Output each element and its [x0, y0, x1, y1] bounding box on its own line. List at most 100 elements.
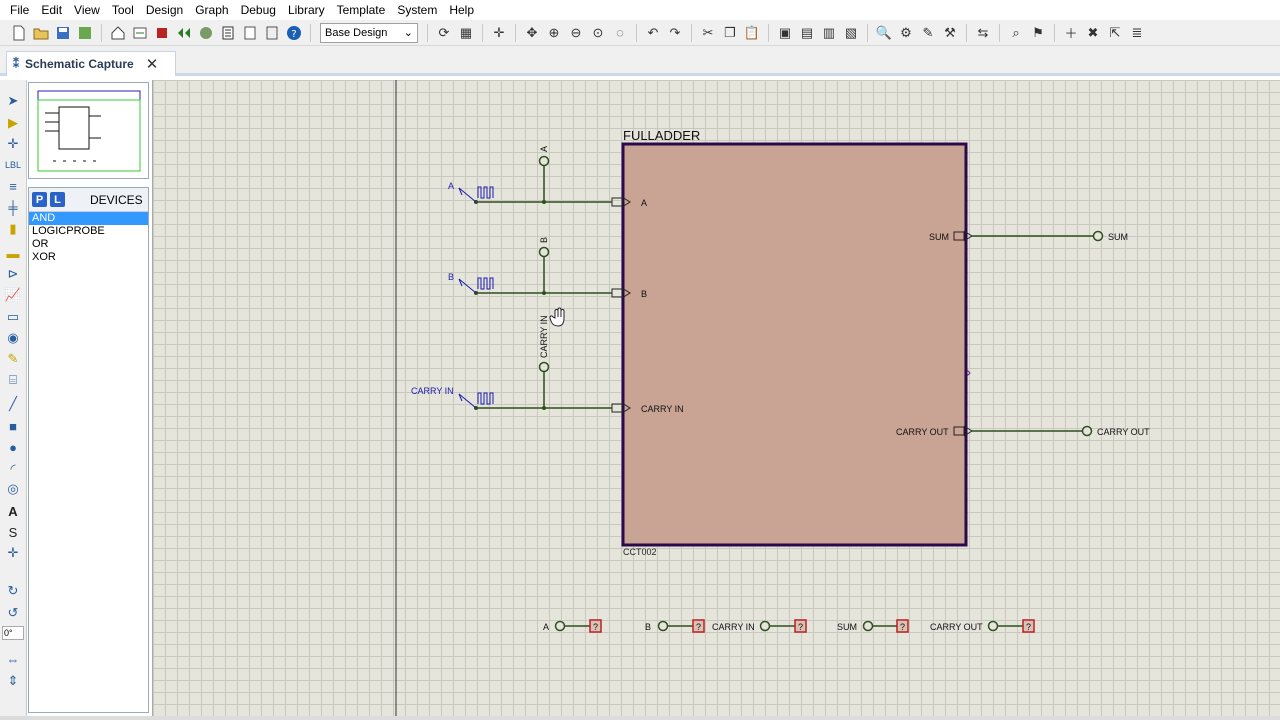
subcircuit-icon[interactable]: ▮ [4, 220, 22, 238]
input-terminal-b[interactable]: B [538, 237, 550, 258]
wire-autorouter-icon[interactable]: ⇆ [973, 23, 993, 43]
import-icon[interactable] [75, 23, 95, 43]
device-item-logicprobe[interactable]: LOGICPROBE [29, 225, 148, 238]
menu-debug[interactable]: Debug [235, 0, 282, 20]
menu-graph[interactable]: Graph [189, 0, 234, 20]
undo-icon[interactable]: ↶ [643, 23, 663, 43]
search-tag-icon[interactable]: ⌕ [1006, 23, 1026, 43]
pick-from-library-button[interactable]: P [32, 192, 47, 207]
bom-icon[interactable] [218, 23, 238, 43]
menu-design[interactable]: Design [140, 0, 189, 20]
block-rotate-icon[interactable]: ▥ [819, 23, 839, 43]
schematic-canvas[interactable]: FULLADDER CCT002 A B CARRY IN SUM CARRY … [152, 80, 1280, 716]
block-move-icon[interactable]: ▤ [797, 23, 817, 43]
close-tab-icon[interactable]: ✕ [146, 55, 159, 73]
marker-tool-icon[interactable]: ✛ [4, 544, 22, 562]
probe-carry-in[interactable]: CARRY IN ? [712, 619, 807, 633]
fulladder-block[interactable] [621, 142, 968, 547]
buses-icon[interactable]: ╪ [4, 198, 22, 216]
pan-icon[interactable]: ✥ [522, 23, 542, 43]
remove-sheet-icon[interactable]: ✖ [1083, 23, 1103, 43]
open-folder-icon[interactable] [31, 23, 51, 43]
input-terminal-a[interactable]: A [538, 146, 550, 167]
home-icon[interactable] [108, 23, 128, 43]
new-file-icon[interactable] [9, 23, 29, 43]
new-sheet-icon[interactable]: ＋ [1061, 23, 1081, 43]
component-mode-icon[interactable]: ▶ [4, 114, 22, 132]
pick-device-icon[interactable]: 🔍 [874, 23, 894, 43]
text-script-icon[interactable]: ≡ [4, 177, 22, 195]
symbol-tool-icon[interactable]: S [4, 523, 22, 541]
generator-carry-in[interactable]: CARRY IN [411, 386, 494, 409]
selection-mode-icon[interactable]: ➤ [4, 92, 22, 110]
probe-b[interactable]: B ? [645, 619, 705, 633]
generator-a[interactable]: A [448, 181, 494, 203]
zoom-all-icon[interactable]: ⊙ [588, 23, 608, 43]
zoom-in-icon[interactable]: ⊕ [544, 23, 564, 43]
notes-icon[interactable] [262, 23, 282, 43]
device-item-and[interactable]: AND [29, 212, 148, 225]
netlist-icon[interactable]: ≣ [1127, 23, 1147, 43]
device-pins-icon[interactable]: ⊳ [4, 265, 22, 283]
rotation-angle-field[interactable]: 0° [2, 626, 24, 640]
box-tool-icon[interactable]: ■ [4, 417, 22, 435]
pcb-icon[interactable] [152, 23, 172, 43]
source-code-icon[interactable] [240, 23, 260, 43]
wire-label-icon[interactable]: LBL [4, 156, 22, 174]
path-tool-icon[interactable]: ◎ [4, 480, 22, 498]
menu-library[interactable]: Library [282, 0, 331, 20]
menu-tool[interactable]: Tool [106, 0, 140, 20]
rotate-anticlockwise-icon[interactable]: ↺ [4, 604, 22, 622]
cut-icon[interactable]: ✂ [698, 23, 718, 43]
text-tool-icon[interactable]: A [4, 502, 22, 520]
copy-icon[interactable]: ❐ [720, 23, 740, 43]
mirror-vertical-icon[interactable]: ⇕ [4, 672, 22, 690]
arc-tool-icon[interactable]: ◜ [4, 460, 22, 478]
line-tool-icon[interactable]: ╱ [4, 395, 22, 413]
active-popup-icon[interactable]: ▭ [4, 308, 22, 326]
schematic-icon[interactable] [130, 23, 150, 43]
input-terminal-carry-in[interactable]: CARRY IN [538, 315, 550, 373]
design-variant-select[interactable]: Base Design ⌄ [320, 22, 418, 43]
generator-b[interactable]: B [448, 272, 494, 294]
probe-sum[interactable]: SUM ? [837, 619, 909, 633]
property-assign-icon[interactable]: ⚑ [1028, 23, 1048, 43]
rotate-clockwise-icon[interactable]: ↻ [4, 582, 22, 600]
block-copy-icon[interactable]: ▣ [775, 23, 795, 43]
menu-view[interactable]: View [68, 0, 106, 20]
menu-file[interactable]: File [4, 0, 35, 20]
menu-template[interactable]: Template [331, 0, 392, 20]
menu-help[interactable]: Help [443, 0, 480, 20]
exit-to-parent-icon[interactable]: ⇱ [1105, 23, 1125, 43]
graph-mode-icon[interactable]: 📈 [4, 286, 22, 304]
gerber-icon[interactable] [174, 23, 194, 43]
zoom-area-icon[interactable]: ◌ [610, 23, 630, 43]
virtual-instruments-icon[interactable]: ⌸ [4, 371, 22, 389]
save-icon[interactable] [53, 23, 73, 43]
grid-icon[interactable]: ▦ [456, 23, 476, 43]
probe-carry-out[interactable]: CARRY OUT ? [930, 619, 1035, 633]
device-item-xor[interactable]: XOR [29, 251, 148, 264]
zoom-out-icon[interactable]: ⊖ [566, 23, 586, 43]
terminals-icon[interactable]: ▬ [4, 244, 22, 262]
refresh-icon[interactable]: ⟳ [434, 23, 454, 43]
output-terminal-carry-out[interactable]: CARRY OUT [1081, 425, 1151, 438]
3d-view-icon[interactable] [196, 23, 216, 43]
origin-icon[interactable]: ✛ [489, 23, 509, 43]
circle-tool-icon[interactable]: ● [4, 438, 22, 456]
library-manager-button[interactable]: L [50, 192, 65, 207]
tab-schematic-capture[interactable]: ⁑ Schematic Capture ✕ [6, 51, 176, 76]
device-item-or[interactable]: OR [29, 238, 148, 251]
paste-icon[interactable]: 📋 [742, 23, 762, 43]
redo-icon[interactable]: ↷ [665, 23, 685, 43]
block-delete-icon[interactable]: ▧ [841, 23, 861, 43]
probe-a[interactable]: A ? [543, 619, 602, 633]
help-icon[interactable]: ? [284, 23, 304, 43]
junction-dot-icon[interactable]: ✛ [4, 135, 22, 153]
output-terminal-sum[interactable]: SUM [1092, 230, 1129, 243]
decompose-icon[interactable]: ⚒ [940, 23, 960, 43]
menu-edit[interactable]: Edit [35, 0, 68, 20]
menu-system[interactable]: System [391, 0, 443, 20]
probe-mode-icon[interactable]: ✎ [4, 350, 22, 368]
make-device-icon[interactable]: ⚙ [896, 23, 916, 43]
